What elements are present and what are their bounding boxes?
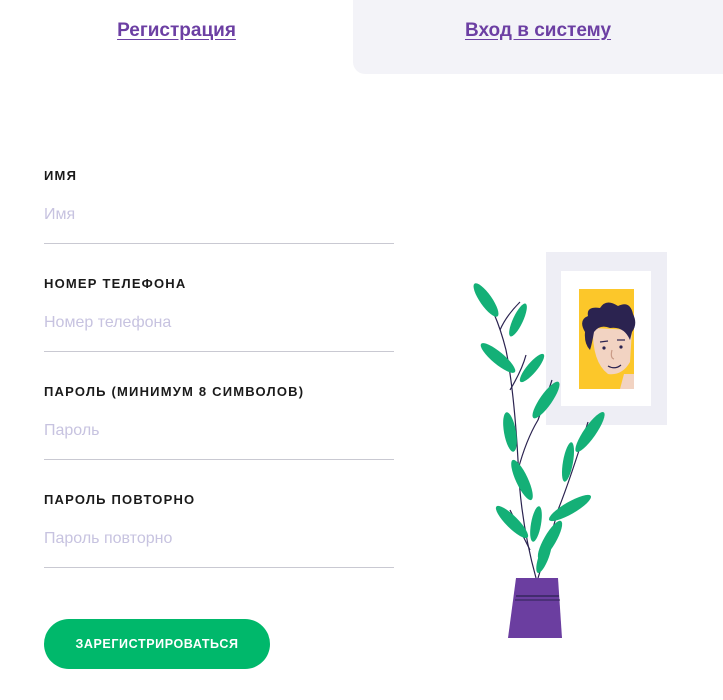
password-input[interactable] xyxy=(44,420,394,460)
tab-register[interactable]: Регистрация xyxy=(0,0,353,74)
tab-login[interactable]: Вход в систему xyxy=(353,0,723,74)
password-repeat-input[interactable] xyxy=(44,528,394,568)
phone-field-group: НОМЕР ТЕЛЕФОНА xyxy=(44,274,394,382)
password-repeat-label: ПАРОЛЬ ПОВТОРНО xyxy=(44,492,196,507)
auth-tabs: Регистрация Вход в систему xyxy=(0,0,723,74)
register-button[interactable]: ЗАРЕГИСТРИРОВАТЬСЯ xyxy=(44,619,270,669)
pot-icon xyxy=(508,578,562,638)
plant-and-portrait-illustration xyxy=(473,252,667,638)
phone-label: НОМЕР ТЕЛЕФОНА xyxy=(44,276,187,291)
name-field-group: ИМЯ xyxy=(44,166,394,274)
name-label: ИМЯ xyxy=(44,168,78,183)
password-label: ПАРОЛЬ (МИНИМУМ 8 СИМВОЛОВ) xyxy=(44,384,305,399)
name-input[interactable] xyxy=(44,204,394,244)
password-repeat-field-group: ПАРОЛЬ ПОВТОРНО xyxy=(44,490,394,598)
password-field-group: ПАРОЛЬ (МИНИМУМ 8 СИМВОЛОВ) xyxy=(44,382,394,490)
registration-page: Регистрация Вход в систему ИМЯ НОМЕР ТЕЛ… xyxy=(0,0,723,700)
tab-register-link[interactable]: Регистрация xyxy=(117,20,236,42)
tab-login-link[interactable]: Вход в систему xyxy=(465,20,611,42)
portrait-frame-icon xyxy=(546,252,667,425)
phone-input[interactable] xyxy=(44,312,394,352)
registration-form: ИМЯ НОМЕР ТЕЛЕФОНА ПАРОЛЬ (МИНИМУМ 8 СИМ… xyxy=(44,166,394,598)
